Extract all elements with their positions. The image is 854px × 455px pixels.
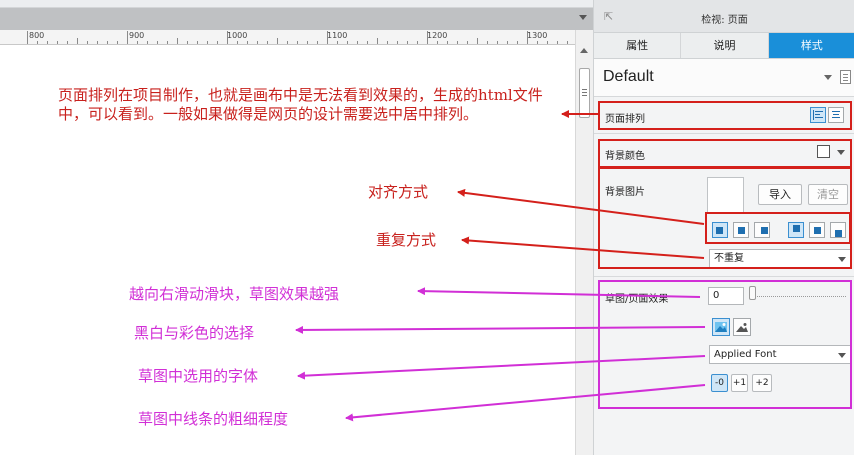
arrow-slider-hint: [417, 287, 701, 298]
arrow-line-thickness: [345, 384, 706, 422]
annotation-arrows: [295, 110, 706, 422]
arrow-align-mode: [457, 188, 705, 225]
arrow-repeat-mode: [461, 236, 705, 259]
arrow-sketch-font: [297, 355, 706, 380]
arrow-bw-color: [295, 325, 706, 334]
